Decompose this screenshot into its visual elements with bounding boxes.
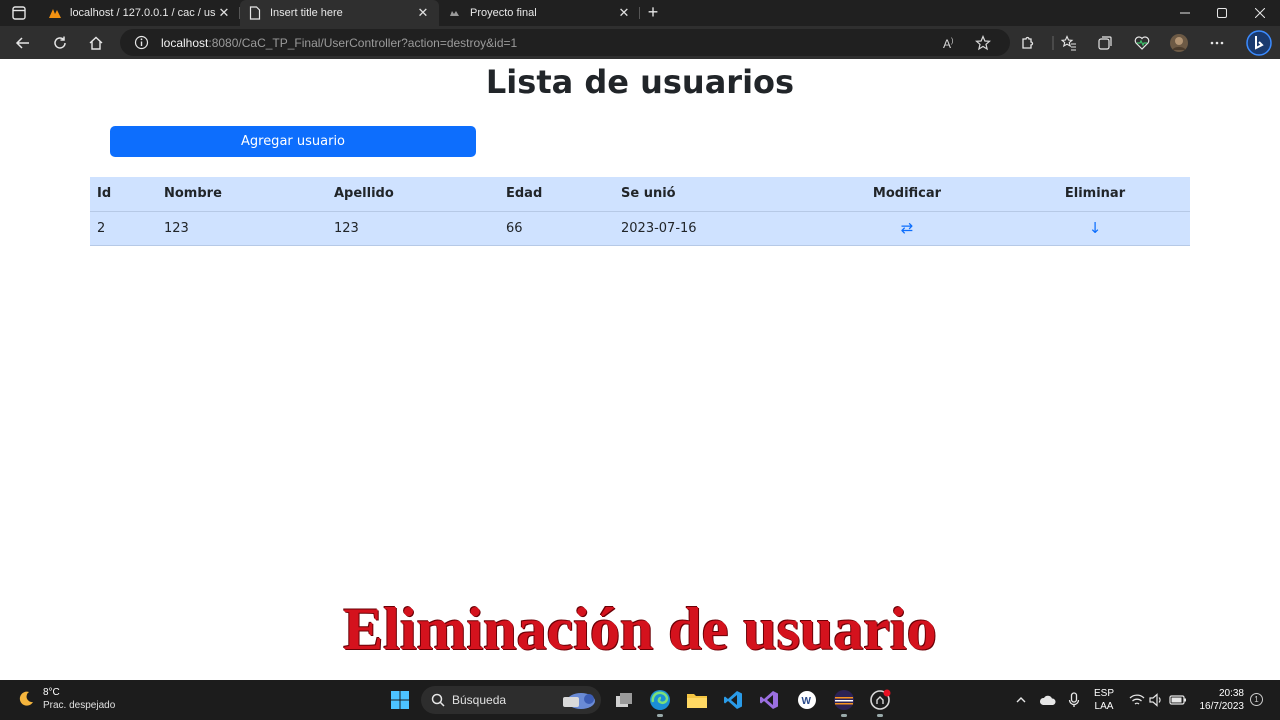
tab-actions-icon[interactable] xyxy=(10,4,28,22)
phpmyadmin-icon xyxy=(48,6,62,20)
github-icon xyxy=(448,6,462,20)
modify-arrows-icon[interactable]: ⇄ xyxy=(901,219,914,237)
table-row: 2 123 123 66 2023-07-16 ⇄ ↓ xyxy=(90,211,1190,246)
github-desktop-icon[interactable] xyxy=(868,688,892,712)
search-icon xyxy=(431,693,445,707)
home-icon[interactable] xyxy=(85,32,107,54)
battery-icon[interactable] xyxy=(1169,691,1187,709)
close-icon[interactable]: ✕ xyxy=(616,5,632,21)
lang-code: ESP xyxy=(1094,688,1115,699)
url-host: localhost xyxy=(161,36,209,50)
favorite-star-icon[interactable] xyxy=(973,33,993,53)
minimize-icon[interactable] xyxy=(1165,2,1205,24)
cell-apellido: 123 xyxy=(327,211,499,246)
weather-temperature[interactable]: 8°C xyxy=(43,687,60,698)
cell-modificar: ⇄ xyxy=(814,211,1000,246)
back-arrow-icon[interactable] xyxy=(12,32,34,54)
add-user-button[interactable]: Agregar usuario xyxy=(110,126,476,157)
url-text[interactable]: localhost:8080/CaC_TP_Final/UserControll… xyxy=(161,36,517,50)
table-header-row: Id Nombre Apellido Edad Se unió Modifica… xyxy=(90,177,1190,212)
weather-moon-icon[interactable] xyxy=(16,689,36,709)
tab-separator xyxy=(639,7,640,19)
tab-title: Insert title here xyxy=(270,7,343,19)
address-bar[interactable]: localhost:8080/CaC_TP_Final/UserControll… xyxy=(120,29,1010,56)
close-icon[interactable]: ✕ xyxy=(216,5,232,21)
favorites-icon[interactable] xyxy=(1058,32,1080,54)
visual-studio-icon[interactable] xyxy=(757,688,781,712)
windows-start-icon[interactable] xyxy=(388,688,412,712)
tab-insert-title[interactable]: Insert title here ✕ xyxy=(240,0,439,26)
search-highlight-icon xyxy=(559,689,599,711)
collections-icon[interactable] xyxy=(1094,32,1116,54)
active-indicator xyxy=(657,714,663,717)
wamp-server-icon[interactable]: W xyxy=(795,688,819,712)
task-view-icon[interactable] xyxy=(612,688,636,712)
header-edad: Edad xyxy=(499,177,614,212)
microphone-icon[interactable] xyxy=(1065,691,1083,709)
search-placeholder: Búsqueda xyxy=(452,693,507,707)
eclipse-icon[interactable] xyxy=(832,688,856,712)
active-indicator xyxy=(841,714,847,717)
tab-title: localhost / 127.0.0.1 / cac / user xyxy=(70,7,216,19)
header-se-unio: Se unió xyxy=(614,177,814,212)
weather-description[interactable]: Prac. despejado xyxy=(43,700,115,711)
profile-avatar[interactable] xyxy=(1168,32,1190,54)
cell-eliminar: ↓ xyxy=(1000,211,1190,246)
show-hidden-icons-chevron-icon[interactable] xyxy=(1012,691,1030,709)
svg-text:W: W xyxy=(802,696,812,707)
header-id: Id xyxy=(90,177,157,212)
active-indicator xyxy=(877,714,883,717)
header-nombre: Nombre xyxy=(157,177,327,212)
taskbar-search[interactable]: Búsqueda xyxy=(421,686,601,714)
clock-time: 20:38 xyxy=(1218,688,1244,699)
language-indicator[interactable]: ESP LAA xyxy=(1094,687,1114,713)
more-options-icon[interactable] xyxy=(1206,32,1228,54)
page-title: Lista de usuarios xyxy=(485,63,795,101)
cell-edad: 66 xyxy=(499,211,614,246)
browser-essentials-icon[interactable] xyxy=(1131,32,1153,54)
tab-proyecto-final[interactable]: Proyecto final ✕ xyxy=(440,0,640,26)
new-tab-icon[interactable]: + xyxy=(643,3,663,23)
volume-icon[interactable] xyxy=(1147,691,1165,709)
refresh-icon[interactable] xyxy=(49,32,71,54)
page-icon xyxy=(248,6,262,20)
site-info-icon[interactable] xyxy=(134,35,149,50)
clock-date: 16/7/2023 xyxy=(1199,701,1245,712)
header-apellido: Apellido xyxy=(327,177,499,212)
header-eliminar: Eliminar xyxy=(1000,177,1190,212)
users-table: Id Nombre Apellido Edad Se unió Modifica… xyxy=(90,177,1190,246)
maximize-icon[interactable] xyxy=(1202,2,1242,24)
cell-se-unio: 2023-07-16 xyxy=(614,211,814,246)
cell-nombre: 123 xyxy=(157,211,327,246)
svg-text:): ) xyxy=(951,38,953,45)
close-icon[interactable]: ✕ xyxy=(415,5,431,21)
extensions-icon[interactable] xyxy=(1016,32,1038,54)
edge-browser-icon[interactable] xyxy=(648,688,672,712)
windows-taskbar: 8°C Prac. despejado Búsqueda W ESP LAA 2… xyxy=(0,680,1280,720)
header-modificar: Modificar xyxy=(814,177,1000,212)
system-clock[interactable]: 20:38 16/7/2023 xyxy=(1196,687,1245,713)
lang-layout: LAA xyxy=(1094,701,1114,712)
bing-copilot-icon[interactable] xyxy=(1246,30,1272,56)
url-path: :8080/CaC_TP_Final/UserController?action… xyxy=(208,36,518,50)
cell-id: 2 xyxy=(90,211,157,246)
vscode-icon[interactable] xyxy=(721,688,745,712)
browser-toolbar: localhost:8080/CaC_TP_Final/UserControll… xyxy=(0,26,1280,59)
notification-icon[interactable]: 1 xyxy=(1250,693,1263,706)
tab-title: Proyecto final xyxy=(470,7,537,19)
page-content: Lista de usuarios Agregar usuario Id Nom… xyxy=(0,59,1280,680)
tab-phpmyadmin[interactable]: localhost / 127.0.0.1 / cac / user ✕ xyxy=(40,0,240,26)
video-caption: Eliminación de usuario xyxy=(343,596,937,662)
read-aloud-icon[interactable]: A) xyxy=(940,33,960,53)
close-window-icon[interactable] xyxy=(1240,2,1280,24)
file-explorer-icon[interactable] xyxy=(685,688,709,712)
svg-text:A: A xyxy=(943,37,951,51)
wifi-icon[interactable] xyxy=(1128,691,1146,709)
browser-tab-bar: localhost / 127.0.0.1 / cac / user ✕ Ins… xyxy=(0,0,1280,26)
delete-arrow-down-icon[interactable]: ↓ xyxy=(1089,219,1102,237)
onedrive-cloud-icon[interactable] xyxy=(1039,691,1057,709)
